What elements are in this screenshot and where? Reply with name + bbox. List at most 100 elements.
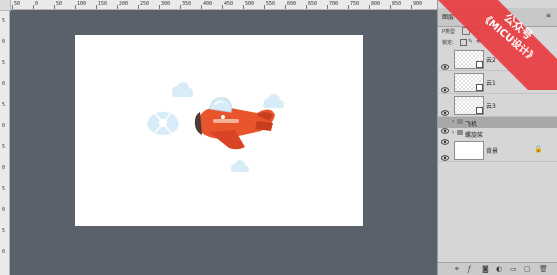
- ruler-tick: [264, 5, 265, 9]
- ruler-tick-label: 100: [77, 1, 87, 7]
- layer-thumbnail: [454, 141, 484, 160]
- panel-tabs: 图层 ≡: [438, 8, 557, 27]
- layer-row[interactable]: 云3: [438, 94, 557, 117]
- layer-row[interactable]: 背景 🔒: [438, 139, 557, 162]
- layer-name: 云1: [486, 80, 496, 87]
- ruler-tick: [96, 5, 97, 9]
- layer-name: 云2: [486, 57, 496, 64]
- cloud-3: [231, 160, 249, 173]
- visibility-eye-icon[interactable]: [441, 130, 449, 145]
- ruler-tick: [201, 5, 202, 9]
- vertical-ruler[interactable]: 5 0 5 0 5 0 5 0 5 0 5 0: [0, 0, 10, 275]
- ruler-tick-label: 250: [140, 1, 150, 7]
- ruler-tick-label: 400: [203, 1, 213, 7]
- visibility-eye-icon[interactable]: [441, 101, 449, 116]
- ruler-tick-label: 50: [56, 1, 63, 7]
- tab-layers[interactable]: 图层: [442, 12, 454, 21]
- ruler-tick-label: 450: [224, 1, 234, 7]
- ruler-tick: [243, 5, 244, 9]
- ruler-tick-label: 0: [2, 165, 6, 171]
- ruler-tick-label: 0: [2, 39, 6, 45]
- cloud-2: [263, 94, 284, 108]
- ruler-tick-label: 900: [413, 1, 423, 7]
- ruler-tick: [180, 5, 181, 9]
- ruler-tick-label: 200: [119, 1, 129, 7]
- ruler-tick: [369, 5, 370, 9]
- smart-object-icon: [476, 84, 483, 91]
- ruler-tick: [54, 5, 55, 9]
- ruler-tick-label: 300: [161, 1, 171, 7]
- document-canvas[interactable]: [75, 35, 363, 226]
- ruler-tick-label: 5: [2, 144, 6, 150]
- ruler-tick-label: 600: [287, 1, 297, 7]
- lock-move-icon[interactable]: ✥: [476, 38, 481, 45]
- ruler-tick: [117, 5, 118, 9]
- layer-group-row[interactable]: › 飞机: [438, 117, 557, 134]
- filter-adjust-icon[interactable]: [471, 27, 479, 35]
- ruler-tick-label: 150: [98, 1, 108, 7]
- lock-brush-icon[interactable]: ✎: [468, 38, 473, 45]
- ruler-tick-label: 5: [2, 60, 6, 66]
- lock-row: 锁定: ✎ ✥: [438, 37, 557, 47]
- folder-icon[interactable]: ▭: [510, 265, 517, 273]
- visibility-eye-icon[interactable]: [441, 119, 449, 134]
- filter-kind-select[interactable]: P类型: [442, 28, 455, 35]
- ruler-tick-label: 5: [2, 102, 6, 108]
- ruler-tick-label: 0: [2, 81, 6, 87]
- filter-pixel-icon[interactable]: [462, 27, 470, 35]
- ruler-tick: [12, 5, 13, 9]
- visibility-eye-icon[interactable]: [441, 78, 449, 93]
- ruler-tick-label: 700: [329, 1, 339, 7]
- lock-label: 锁定:: [442, 40, 454, 46]
- ruler-tick: [390, 5, 391, 9]
- ruler-tick-label: 550: [266, 1, 276, 7]
- ruler-tick-label: 0: [2, 123, 6, 129]
- ruler-tick: [327, 5, 328, 9]
- smart-object-icon: [476, 61, 483, 68]
- ruler-tick: [411, 5, 412, 9]
- panel-menu-icon[interactable]: ≡: [546, 12, 551, 19]
- ruler-tick-label: 0: [35, 1, 39, 7]
- layer-name: 云3: [486, 103, 496, 110]
- expand-chevron-icon[interactable]: ›: [452, 118, 454, 125]
- ruler-tick-label: 350: [182, 1, 192, 7]
- link-icon[interactable]: ⚭: [454, 265, 460, 273]
- new-layer-icon[interactable]: ▢: [524, 265, 531, 273]
- trash-icon[interactable]: 🗑: [539, 265, 548, 273]
- ruler-tick-label: 5: [2, 186, 6, 192]
- layer-group-row[interactable]: › 螺旋桨: [438, 128, 557, 145]
- ruler-tick-label: 850: [392, 1, 402, 7]
- ruler-tick-label: 0: [2, 207, 6, 213]
- layers-panel: 图层 ≡ P类型 锁定: ✎ ✥ 云2 云1 云3 › 飞机 › 螺旋桨背景 🔒 ⚭ ƒ ◙ …: [437, 0, 557, 275]
- layer-row[interactable]: 云1: [438, 71, 557, 94]
- horizontal-ruler[interactable]: 50 0 50 100 150 200 250 300 350 400 450 500 550 600 65…: [0, 0, 437, 10]
- smart-object-icon: [476, 107, 483, 114]
- ruler-tick: [159, 5, 160, 9]
- ruler-tick-label: 0: [2, 249, 6, 255]
- ruler-tick-label: 5: [2, 18, 6, 24]
- ruler-tick: [33, 5, 34, 9]
- cloud-1: [172, 82, 193, 97]
- lock-transparent-icon[interactable]: [460, 39, 467, 46]
- visibility-eye-icon[interactable]: [441, 146, 449, 161]
- layer-row[interactable]: 云2: [438, 48, 557, 71]
- ruler-tick-label: 50: [14, 1, 21, 7]
- fx-icon[interactable]: ƒ: [468, 265, 470, 273]
- lock-icon: 🔒: [534, 145, 543, 153]
- ruler-tick: [222, 5, 223, 9]
- plane: [194, 97, 275, 150]
- ruler-tick-label: 5: [2, 228, 6, 234]
- ruler-tick-label: 500: [245, 1, 255, 7]
- ruler-origin[interactable]: [0, 0, 11, 11]
- folder-icon: [457, 119, 463, 124]
- layer-filter-bar: P类型: [438, 26, 557, 36]
- visibility-eye-icon[interactable]: [441, 55, 449, 70]
- adjustment-icon[interactable]: ◐: [496, 265, 502, 273]
- ruler-tick: [306, 5, 307, 9]
- layer-name: 飞机: [465, 121, 478, 128]
- panel-footer: ⚭ ƒ ◙ ◐ ▭ ▢ 🗑: [438, 262, 557, 275]
- layer-name: 背景: [486, 148, 499, 155]
- ruler-tick: [348, 5, 349, 9]
- mask-icon[interactable]: ◙: [482, 265, 489, 273]
- expand-chevron-icon[interactable]: ›: [452, 129, 454, 136]
